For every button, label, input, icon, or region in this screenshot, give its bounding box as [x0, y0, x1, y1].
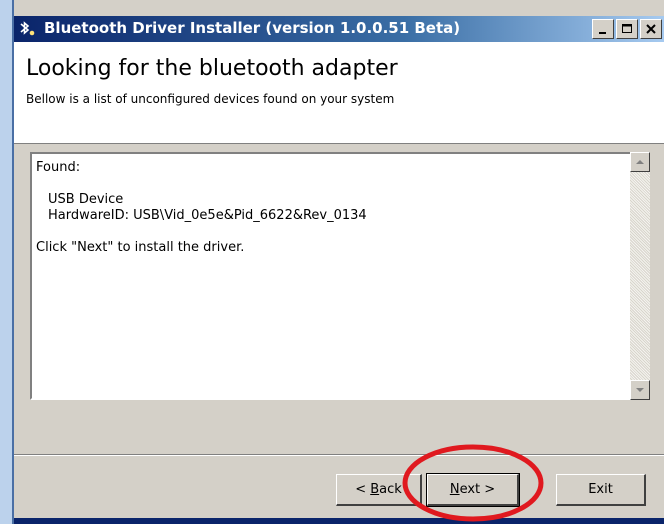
hardware-id: HardwareID: USB\Vid_0e5e&Pid_6622&Rev_01… [48, 208, 367, 223]
back-button-rest: ack [379, 482, 402, 497]
next-button-mnemonic: N [449, 482, 460, 497]
back-button-prefix: < [355, 482, 371, 497]
scroll-down-button[interactable] [630, 380, 650, 400]
vertical-scrollbar[interactable] [630, 152, 650, 400]
wizard-header: Looking for the bluetooth adapter Bellow… [14, 42, 664, 144]
bluetooth-icon [18, 20, 38, 38]
window-bottom-edge [14, 518, 664, 524]
window-title: Bluetooth Driver Installer (version 1.0.… [44, 19, 461, 37]
instruction-text: Click "Next" to install the driver. [36, 240, 245, 255]
window-controls [592, 19, 662, 39]
button-area-separator [14, 454, 664, 456]
maximize-icon[interactable] [616, 19, 638, 39]
found-label: Found: [36, 160, 81, 175]
exit-button-label: Exit [588, 482, 613, 497]
scroll-up-button[interactable] [630, 152, 650, 172]
page-title: Looking for the bluetooth adapter [26, 56, 398, 81]
next-button[interactable]: Next > [426, 473, 520, 507]
minimize-icon[interactable] [592, 19, 614, 39]
right-border [650, 152, 664, 400]
device-name: USB Device [48, 192, 124, 207]
exit-button[interactable]: Exit [556, 474, 646, 506]
device-list-content: Found: USB Device HardwareID: USB\Vid_0e… [36, 160, 626, 256]
back-button[interactable]: < Back [336, 474, 422, 506]
installer-window: Bluetooth Driver Installer (version 1.0.… [0, 0, 664, 524]
title-bar[interactable]: Bluetooth Driver Installer (version 1.0.… [14, 16, 664, 42]
close-icon[interactable] [640, 19, 662, 39]
desktop-edge [0, 0, 14, 524]
back-button-mnemonic: B [370, 482, 380, 497]
next-button-rest: ext > [459, 482, 496, 497]
device-list-textarea[interactable]: Found: USB Device HardwareID: USB\Vid_0e… [30, 152, 664, 400]
page-subtitle: Bellow is a list of unconfigured devices… [26, 92, 395, 106]
